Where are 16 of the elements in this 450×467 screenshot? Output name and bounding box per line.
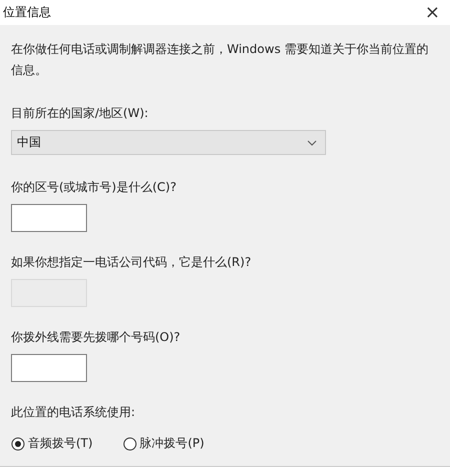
radio-label: 脉冲拨号(P) — [140, 435, 204, 452]
chevron-icon — [307, 140, 317, 146]
window-title: 位置信息 — [3, 4, 51, 21]
radio-label: 音频拨号(T) — [28, 435, 93, 452]
field-label: 你拨外线需要先拨哪个号码(O)? — [11, 329, 182, 346]
field-label: 目前所在的国家/地区(W): — [11, 105, 150, 122]
close-button[interactable]: × — [422, 4, 442, 22]
field-label: 如果你想指定一电话公司代码，它是什么(R)? — [11, 254, 252, 271]
country-dropdown[interactable]: 中国 — [11, 130, 326, 155]
field-label: 你的区号(或城市号)是什么(C)? — [11, 179, 178, 196]
intro-text: 在你做任何电话或调制解调器连接之前，Windows 需要知道关于你当前位置的信息。 — [11, 41, 430, 79]
radio-button[interactable] — [122, 436, 137, 450]
radio-button[interactable] — [11, 436, 25, 450]
input-field[interactable] — [11, 354, 87, 382]
field-label: 此位置的电话系统使用: — [11, 404, 136, 421]
input-field[interactable] — [11, 204, 87, 232]
